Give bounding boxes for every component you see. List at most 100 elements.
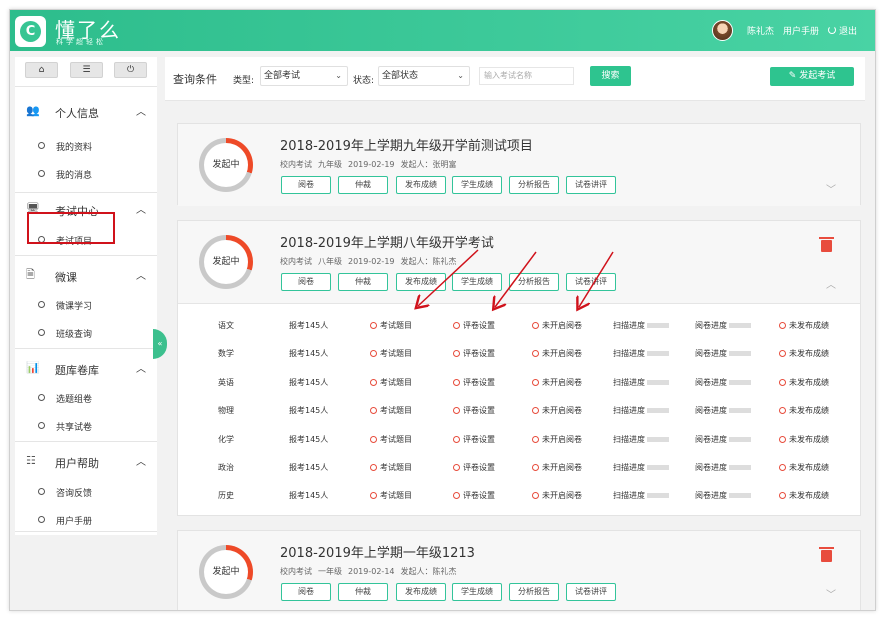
sidebar-item[interactable]: 用户手册	[15, 509, 157, 531]
trash-icon[interactable]	[819, 547, 834, 562]
publish-status[interactable]: 未发布成绩	[779, 405, 829, 416]
sidebar-item[interactable]: 班级查询	[15, 322, 157, 344]
grading-settings-link[interactable]: 评卷设置	[453, 434, 495, 445]
chevron-up-icon: ︿	[136, 364, 146, 375]
progress-bar	[729, 323, 751, 328]
list-icon[interactable]: ☰	[70, 62, 103, 78]
sidebar-group-header[interactable]: 👥 个人信息 ︿	[15, 99, 157, 125]
circle-icon	[453, 492, 460, 500]
chevron-down-icon[interactable]: ﹀	[826, 586, 836, 601]
logout-button[interactable]: 退出	[828, 24, 857, 37]
exam-action-button[interactable]: 仲裁	[338, 273, 388, 291]
search-input[interactable]: 输入考试名称	[479, 67, 574, 85]
power-icon[interactable]: ⏻	[114, 62, 147, 78]
exam-questions-link[interactable]: 考试题目	[370, 434, 412, 445]
exam-action-button[interactable]: 分析报告	[509, 583, 559, 601]
grading-settings-link[interactable]: 评卷设置	[453, 490, 495, 501]
exam-questions-link[interactable]: 考试题目	[370, 490, 412, 501]
circle-icon	[532, 492, 539, 500]
status-select[interactable]: 全部状态 ⌄	[378, 66, 470, 86]
chevron-down-icon[interactable]: ﹀	[826, 181, 836, 196]
exam-questions-link[interactable]: 考试题目	[370, 320, 412, 331]
sidebar-item[interactable]: 我的资料	[15, 135, 157, 157]
grading-settings-label: 评卷设置	[463, 491, 495, 501]
grading-settings-link[interactable]: 评卷设置	[453, 462, 495, 473]
exam-action-button[interactable]: 试卷讲评	[566, 273, 616, 291]
exam-action-button[interactable]: 阅卷	[281, 273, 331, 291]
publish-status[interactable]: 未发布成绩	[779, 462, 829, 473]
sidebar-item[interactable]: 共享试卷	[15, 415, 157, 437]
exam-questions-link[interactable]: 考试题目	[370, 462, 412, 473]
exam-title[interactable]: 2018-2019年上学期一年级1213	[280, 542, 475, 561]
exam-type: 校内考试	[280, 567, 312, 576]
exam-title[interactable]: 2018-2019年上学期八年级开学考试	[280, 232, 494, 251]
grading-status[interactable]: 未开启阅卷	[532, 462, 582, 473]
chevron-up-icon: ︿	[136, 107, 146, 118]
grading-settings-link[interactable]: 评卷设置	[453, 405, 495, 416]
sidebar-group-header[interactable]: ☷ 用户帮助 ︿	[15, 449, 157, 475]
grading-settings-link[interactable]: 评卷设置	[453, 377, 495, 388]
trash-icon[interactable]	[819, 237, 834, 252]
exam-date: 2019-02-19	[348, 257, 395, 266]
sidebar-item[interactable]: 咨询反馈	[15, 481, 157, 503]
sidebar-item[interactable]: 选题组卷	[15, 387, 157, 409]
exam-title[interactable]: 2018-2019年上学期九年级开学前测试项目	[280, 135, 533, 154]
circle-icon	[38, 422, 45, 429]
chevron-up-icon: ︿	[136, 457, 146, 468]
sidebar-item-label: 我的消息	[56, 171, 93, 181]
sidebar-group-header[interactable]: 📊 题库卷库 ︿	[15, 356, 157, 382]
search-button[interactable]: 搜索	[590, 66, 631, 86]
exam-action-button[interactable]: 发布成绩	[396, 583, 446, 601]
grading-status[interactable]: 未开启阅卷	[532, 434, 582, 445]
chevron-up-icon[interactable]: ︿	[826, 276, 836, 291]
grading-status[interactable]: 未开启阅卷	[532, 377, 582, 388]
launch-exam-button[interactable]: ✎ 发起考试	[770, 67, 854, 86]
scan-progress: 扫描进度	[613, 377, 669, 388]
exam-action-button[interactable]: 阅卷	[281, 176, 331, 194]
grading-status-label: 未开启阅卷	[542, 406, 582, 416]
table-row: 英语 报考145人 考试题目 评卷设置 未开启阅卷 扫描进度 阅卷进度 未发布成…	[178, 368, 860, 396]
exam-action-button[interactable]: 仲裁	[338, 176, 388, 194]
grading-status[interactable]: 未开启阅卷	[532, 490, 582, 501]
user-manual-link[interactable]: 用户手册	[783, 24, 819, 37]
publish-status[interactable]: 未发布成绩	[779, 434, 829, 445]
grading-status-label: 未开启阅卷	[542, 349, 582, 359]
publish-status[interactable]: 未发布成绩	[779, 490, 829, 501]
exam-action-button[interactable]: 阅卷	[281, 583, 331, 601]
sidebar-item[interactable]: 我的消息	[15, 163, 157, 185]
publish-status[interactable]: 未发布成绩	[779, 348, 829, 359]
grading-status[interactable]: 未开启阅卷	[532, 405, 582, 416]
sidebar-group-label: 个人信息	[55, 107, 99, 120]
chart-icon: 📊	[26, 361, 40, 374]
exam-action-button[interactable]: 仲裁	[338, 583, 388, 601]
logout-label: 退出	[839, 27, 858, 37]
publish-status[interactable]: 未发布成绩	[779, 377, 829, 388]
launch-exam-label: 发起考试	[799, 71, 836, 81]
circle-icon	[370, 407, 377, 415]
exam-action-button[interactable]: 分析报告	[509, 176, 559, 194]
divider	[15, 531, 157, 532]
enroll-count: 报考145人	[289, 434, 329, 444]
sidebar-group-header[interactable]: 🗎 微课 ︿	[15, 263, 157, 289]
exam-action-button[interactable]: 学生成绩	[452, 273, 502, 291]
grading-status[interactable]: 未开启阅卷	[532, 320, 582, 331]
exam-questions-link[interactable]: 考试题目	[370, 405, 412, 416]
home-icon[interactable]: ⌂	[25, 62, 58, 78]
type-select[interactable]: 全部考试 ⌄	[260, 66, 348, 86]
grading-settings-link[interactable]: 评卷设置	[453, 320, 495, 331]
exam-action-button[interactable]: 学生成绩	[452, 583, 502, 601]
exam-action-button[interactable]: 试卷讲评	[566, 176, 616, 194]
exam-action-button[interactable]: 试卷讲评	[566, 583, 616, 601]
sidebar-item[interactable]: 微课学习	[15, 294, 157, 316]
exam-questions-link[interactable]: 考试题目	[370, 348, 412, 359]
exam-action-button[interactable]: 发布成绩	[396, 176, 446, 194]
exam-action-button[interactable]: 分析报告	[509, 273, 559, 291]
grading-status[interactable]: 未开启阅卷	[532, 348, 582, 359]
exam-questions-link[interactable]: 考试题目	[370, 377, 412, 388]
grading-settings-link[interactable]: 评卷设置	[453, 348, 495, 359]
publish-status[interactable]: 未发布成绩	[779, 320, 829, 331]
user-name[interactable]: 陈礼杰	[747, 24, 774, 37]
exam-action-button[interactable]: 学生成绩	[452, 176, 502, 194]
avatar[interactable]	[712, 20, 733, 41]
exam-action-button[interactable]: 发布成绩	[396, 273, 446, 291]
